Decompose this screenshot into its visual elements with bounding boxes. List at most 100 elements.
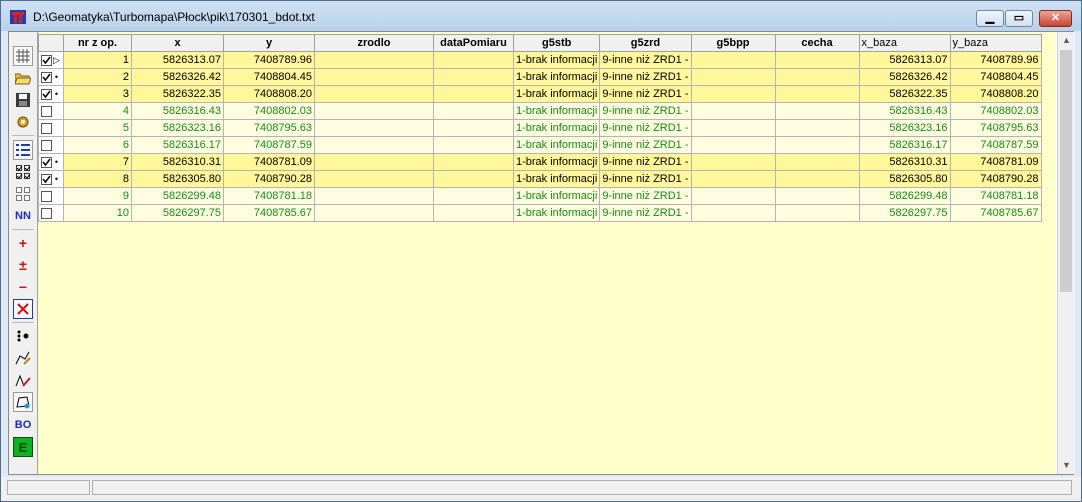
cell-y-baza[interactable]: 7408790.28: [949, 170, 1042, 188]
cell-x[interactable]: 5826323.16: [131, 119, 224, 137]
cell-x[interactable]: 5826299.48: [131, 187, 224, 205]
header-zrodlo[interactable]: zrodlo: [314, 34, 434, 52]
transform-button[interactable]: [13, 392, 33, 412]
cell-y[interactable]: 7408795.63: [223, 119, 315, 137]
cell-y-baza[interactable]: 7408808.20: [949, 85, 1042, 103]
cell-g5stb[interactable]: 1-brak informacji: [512, 187, 601, 205]
cell-y-baza[interactable]: 7408804.45: [949, 68, 1042, 86]
cell-g5bpp[interactable]: [690, 170, 776, 188]
edit-line-button[interactable]: [13, 348, 33, 368]
cell-x-baza[interactable]: 5826323.16: [858, 119, 951, 137]
header-nr[interactable]: nr z op.: [63, 34, 132, 52]
save-button[interactable]: [13, 90, 33, 110]
cell-zrodlo[interactable]: [314, 170, 434, 188]
header-g5stb[interactable]: g5stb: [512, 34, 601, 52]
row-checkbox[interactable]: [41, 71, 52, 83]
cell-x[interactable]: 5826326.42: [131, 68, 224, 86]
table-row[interactable]: • 2 5826326.42 7408804.45 1-brak informacji 9…: [38, 68, 1042, 86]
data-grid[interactable]: nr z op. x y zrodlo dataPomiaru g5stb g5…: [38, 32, 1056, 474]
cell-y-baza[interactable]: 7408781.18: [949, 187, 1042, 205]
cell-cecha[interactable]: [774, 51, 860, 69]
header-y-baza[interactable]: y_baza: [949, 34, 1042, 52]
add-button[interactable]: +: [13, 233, 33, 253]
cell-cecha[interactable]: [774, 119, 860, 137]
row-checkbox[interactable]: [41, 122, 52, 134]
select-all-button[interactable]: [13, 162, 33, 182]
row-checkbox[interactable]: [41, 139, 52, 151]
cell-y-baza[interactable]: 7408795.63: [949, 119, 1042, 137]
cell-cecha[interactable]: [774, 153, 860, 171]
cell-y[interactable]: 7408781.18: [223, 187, 315, 205]
cell-g5bpp[interactable]: [690, 153, 776, 171]
cell-g5zrd[interactable]: 9-inne niż ZRD1 -: [599, 85, 692, 103]
table-row[interactable]: • 3 5826322.35 7408808.20 1-brak informacji 9…: [38, 85, 1042, 103]
cell-zrodlo[interactable]: [314, 85, 434, 103]
cell-datapomiaru[interactable]: [433, 85, 514, 103]
points-button[interactable]: [13, 326, 33, 346]
cell-zrodlo[interactable]: [314, 187, 434, 205]
cell-g5stb[interactable]: 1-brak informacji: [512, 136, 601, 154]
cell-cecha[interactable]: [774, 102, 860, 120]
header-data-pomiaru[interactable]: dataPomiaru: [433, 34, 514, 52]
cell-zrodlo[interactable]: [314, 51, 434, 69]
table-row[interactable]: 10 5826297.75 7408785.67 1-brak informacji 9…: [38, 204, 1042, 222]
table-row[interactable]: 9 5826299.48 7408781.18 1-brak informacji 9-…: [38, 187, 1042, 205]
close-button[interactable]: ✕: [1039, 10, 1072, 27]
cell-g5bpp[interactable]: [690, 68, 776, 86]
list-view-button[interactable]: [13, 140, 33, 160]
cell-g5zrd[interactable]: 9-inne niż ZRD1 -: [599, 170, 692, 188]
cell-y[interactable]: 7408789.96: [223, 51, 315, 69]
cell-cecha[interactable]: [774, 187, 860, 205]
cell-x[interactable]: 5826310.31: [131, 153, 224, 171]
cell-g5bpp[interactable]: [690, 85, 776, 103]
cell-g5stb[interactable]: 1-brak informacji: [512, 102, 601, 120]
row-checkbox[interactable]: [41, 88, 52, 100]
cell-x-baza[interactable]: 5826313.07: [858, 51, 951, 69]
scroll-down-icon[interactable]: ▼: [1058, 457, 1075, 474]
row-checkbox-cell[interactable]: ▷: [38, 51, 64, 69]
cell-cecha[interactable]: [774, 204, 860, 222]
cell-datapomiaru[interactable]: [433, 68, 514, 86]
cell-x-baza[interactable]: 5826299.48: [858, 187, 951, 205]
cell-datapomiaru[interactable]: [433, 187, 514, 205]
cell-zrodlo[interactable]: [314, 153, 434, 171]
edit-line2-button[interactable]: [13, 370, 33, 390]
cell-datapomiaru[interactable]: [433, 204, 514, 222]
cell-y-baza[interactable]: 7408781.09: [949, 153, 1042, 171]
cell-g5zrd[interactable]: 9-inne niż ZRD1 -: [599, 136, 692, 154]
table-row[interactable]: 6 5826316.17 7408787.59 1-brak informacji 9-…: [38, 136, 1042, 154]
cell-g5zrd[interactable]: 9-inne niż ZRD1 -: [599, 51, 692, 69]
header-cecha[interactable]: cecha: [774, 34, 860, 52]
scroll-up-icon[interactable]: ▲: [1058, 32, 1075, 49]
cell-x[interactable]: 5826313.07: [131, 51, 224, 69]
header-x-baza[interactable]: x_baza: [858, 34, 951, 52]
cell-zrodlo[interactable]: [314, 119, 434, 137]
cell-g5stb[interactable]: 1-brak informacji: [512, 51, 601, 69]
table-row[interactable]: • 7 5826310.31 7408781.09 1-brak informacji 9…: [38, 153, 1042, 171]
table-row[interactable]: • 8 5826305.80 7408790.28 1-brak informacji 9…: [38, 170, 1042, 188]
minimize-button[interactable]: ▁: [976, 10, 1004, 27]
cell-y-baza[interactable]: 7408789.96: [949, 51, 1042, 69]
cell-y-baza[interactable]: 7408787.59: [949, 136, 1042, 154]
cell-g5stb[interactable]: 1-brak informacji: [512, 119, 601, 137]
cell-g5bpp[interactable]: [690, 187, 776, 205]
vertical-scrollbar[interactable]: ▲ ▼: [1057, 32, 1075, 474]
cell-y[interactable]: 7408802.03: [223, 102, 315, 120]
cell-datapomiaru[interactable]: [433, 119, 514, 137]
cell-x-baza[interactable]: 5826297.75: [858, 204, 951, 222]
row-checkbox-cell[interactable]: [38, 102, 64, 120]
cell-nr[interactable]: 3: [63, 85, 132, 103]
cell-cecha[interactable]: [774, 136, 860, 154]
row-checkbox[interactable]: [41, 207, 52, 219]
delete-button[interactable]: [13, 299, 33, 319]
cell-y[interactable]: 7408785.67: [223, 204, 315, 222]
header-g5bpp[interactable]: g5bpp: [690, 34, 776, 52]
header-x[interactable]: x: [131, 34, 224, 52]
cell-x-baza[interactable]: 5826322.35: [858, 85, 951, 103]
maximize-button[interactable]: ▭: [1005, 10, 1033, 27]
cell-g5bpp[interactable]: [690, 136, 776, 154]
cell-x[interactable]: 5826305.80: [131, 170, 224, 188]
open-button[interactable]: [13, 68, 33, 88]
cell-x-baza[interactable]: 5826316.43: [858, 102, 951, 120]
cell-nr[interactable]: 5: [63, 119, 132, 137]
